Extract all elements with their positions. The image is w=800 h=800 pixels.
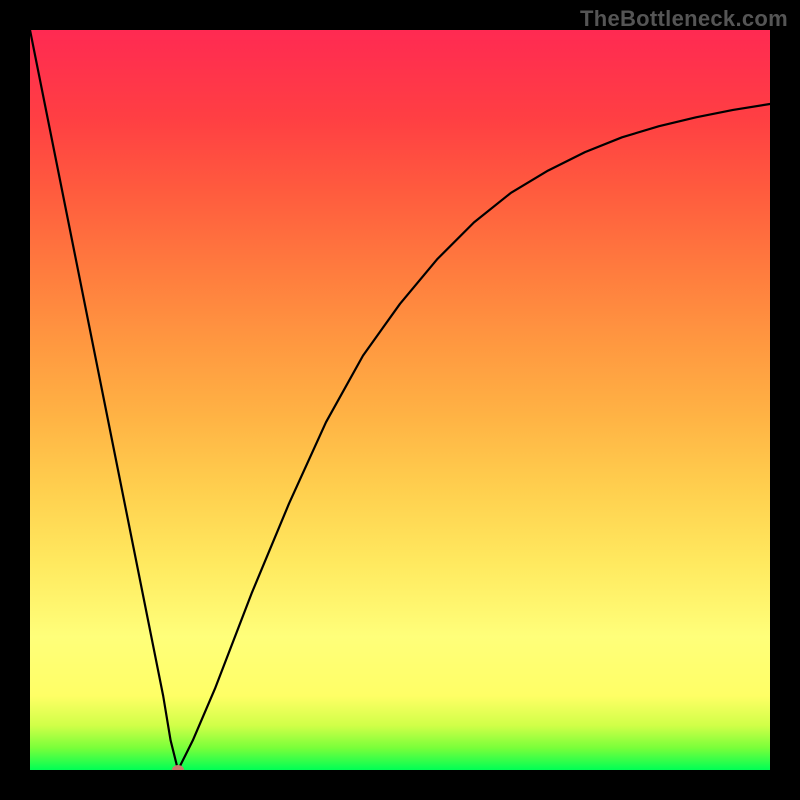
watermark-text: TheBottleneck.com <box>580 6 788 32</box>
minimum-marker <box>172 765 184 770</box>
bottleneck-curve <box>30 30 770 770</box>
curve-svg <box>30 30 770 770</box>
plot-area <box>30 30 770 770</box>
chart-container: TheBottleneck.com <box>0 0 800 800</box>
